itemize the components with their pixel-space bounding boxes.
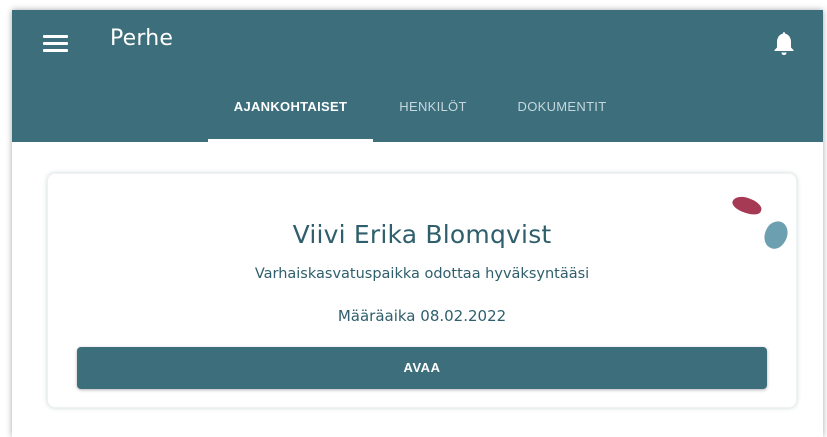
open-button[interactable]: AVAA <box>77 347 767 389</box>
hamburger-menu-icon[interactable] <box>43 33 69 53</box>
tab-label: HENKILÖT <box>399 99 467 114</box>
status-text: Varhaiskasvatuspaikka odottaa hyväksyntä… <box>254 266 590 282</box>
tab-label: AJANKOHTAISET <box>233 99 348 114</box>
tab-henkilot[interactable]: HENKILÖT <box>383 90 483 142</box>
child-name: Viivi Erika Blomqvist <box>292 220 552 249</box>
tab-dokumentit[interactable]: DOKUMENTIT <box>504 90 620 142</box>
active-tab-indicator <box>208 139 373 142</box>
app-title: Perhe <box>110 26 174 51</box>
app-window: Perhe AJANKOHTAISET HENKILÖT DOKUMENTIT … <box>12 10 823 437</box>
app-bar: Perhe AJANKOHTAISET HENKILÖT DOKUMENTIT <box>12 10 823 142</box>
tab-ajankohtaiset[interactable]: AJANKOHTAISET <box>208 90 373 142</box>
notification-card: Viivi Erika Blomqvist Varhaiskasvatuspai… <box>47 173 797 408</box>
tab-bar: AJANKOHTAISET HENKILÖT DOKUMENTIT <box>12 90 823 142</box>
bell-icon[interactable] <box>771 29 797 57</box>
tab-label: DOKUMENTIT <box>517 99 607 114</box>
deadline-text: Määräaika 08.02.2022 <box>337 307 507 325</box>
